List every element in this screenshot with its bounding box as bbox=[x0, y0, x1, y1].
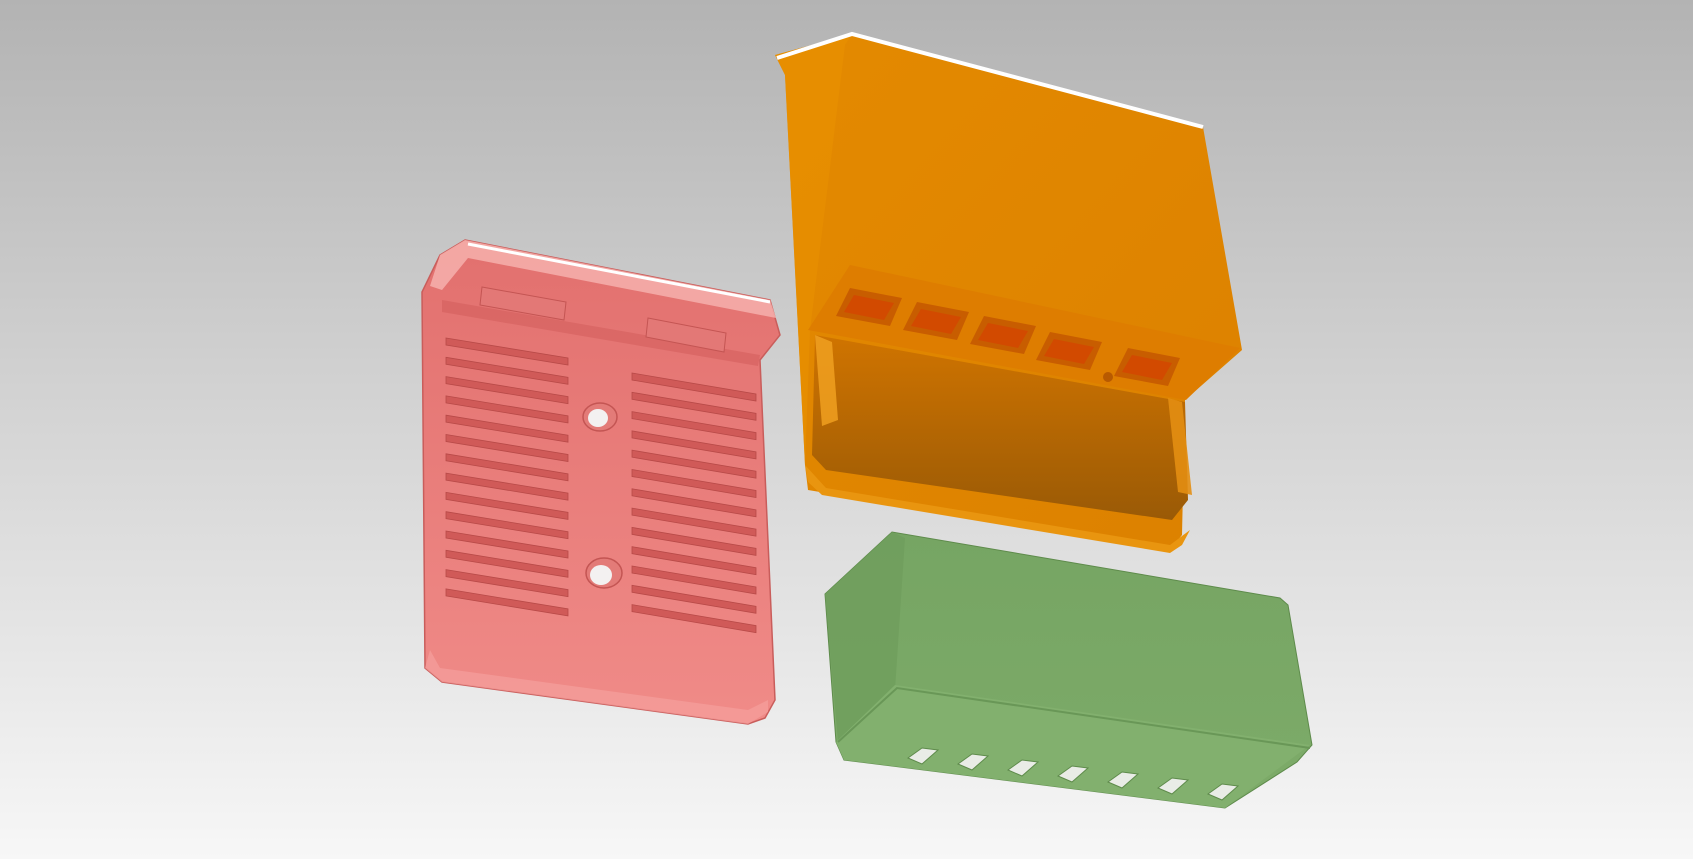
pink-bottom-plate bbox=[421, 239, 781, 725]
render-scene bbox=[0, 0, 1693, 859]
pink-screw-hole-top bbox=[582, 402, 618, 432]
orange-led-hole bbox=[1103, 372, 1113, 382]
pink-screw-hole-bottom bbox=[585, 557, 623, 589]
